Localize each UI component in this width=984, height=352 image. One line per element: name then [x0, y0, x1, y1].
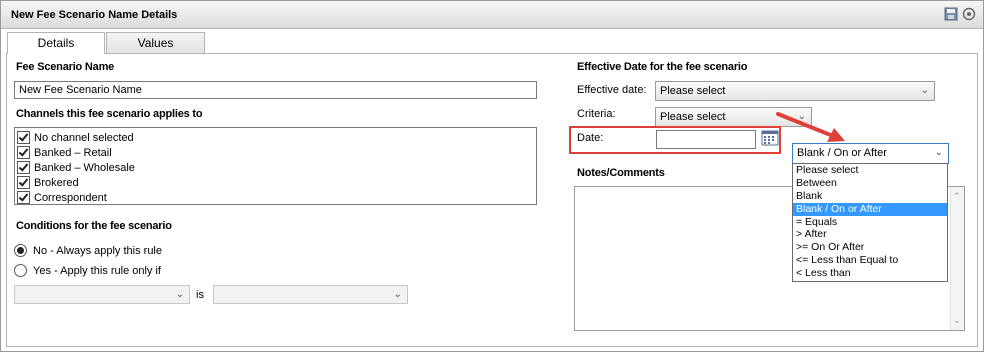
checkbox-checked-icon[interactable]: [17, 161, 30, 174]
window-title: New Fee Scenario Name Details: [11, 9, 178, 21]
refresh-icon[interactable]: [961, 7, 977, 23]
chevron-down-icon: ⌄: [934, 147, 943, 158]
channel-item[interactable]: Brokered: [15, 175, 536, 190]
conditions-heading: Conditions for the fee scenario: [16, 220, 172, 232]
channel-item[interactable]: Correspondent: [15, 190, 536, 205]
channel-item[interactable]: Banked – Retail: [15, 145, 536, 160]
dropdown-option-selected[interactable]: Blank / On or After: [793, 202, 947, 216]
chevron-down-icon: ⌄: [920, 85, 929, 96]
dropdown-option[interactable]: = Equals: [793, 216, 947, 229]
notes-heading: Notes/Comments: [577, 167, 665, 179]
dropdown-option[interactable]: >= On Or After: [793, 241, 947, 254]
checkbox-checked-icon[interactable]: [17, 131, 30, 144]
dropdown-option[interactable]: <= Less than Equal to: [793, 254, 947, 267]
tab-values[interactable]: Values: [106, 32, 205, 53]
fee-scenario-name-input[interactable]: New Fee Scenario Name: [14, 81, 537, 99]
dropdown-option[interactable]: > After: [793, 228, 947, 241]
fee-scenario-name-heading: Fee Scenario Name: [16, 61, 115, 73]
notes-scrollbar[interactable]: ⌃ ⌄: [950, 187, 964, 330]
dropdown-option[interactable]: Blank: [793, 190, 947, 203]
channels-heading: Channels this fee scenario applies to: [16, 108, 203, 120]
scroll-down-icon[interactable]: ⌄: [953, 315, 961, 326]
checkbox-checked-icon[interactable]: [17, 146, 30, 159]
date-operator-dropdown-list: Please select Between Blank Blank / On o…: [792, 163, 948, 282]
effective-date-label: Effective date:: [577, 84, 647, 96]
save-icon[interactable]: [943, 7, 959, 23]
criteria-label: Criteria:: [577, 108, 616, 120]
effective-date-select[interactable]: Please select ⌄: [655, 81, 935, 101]
condition-option-no[interactable]: No - Always apply this rule: [14, 244, 162, 257]
condition-field-select[interactable]: ⌄: [14, 285, 190, 304]
date-label: Date:: [577, 132, 604, 144]
channel-item[interactable]: Banked – Wholesale: [15, 160, 536, 175]
scroll-up-icon[interactable]: ⌃: [953, 191, 961, 202]
radio-unselected-icon[interactable]: [14, 264, 27, 277]
date-input[interactable]: [656, 130, 756, 149]
title-bar: New Fee Scenario Name Details: [1, 1, 983, 29]
checkbox-checked-icon[interactable]: [17, 191, 30, 204]
channels-list: No channel selected Banked – Retail Bank…: [14, 127, 537, 205]
callout-arrow-icon: [776, 112, 845, 142]
tab-details[interactable]: Details: [7, 32, 105, 54]
dropdown-option[interactable]: < Less than: [793, 267, 947, 280]
radio-selected-icon[interactable]: [14, 244, 27, 257]
is-label: is: [196, 289, 204, 301]
channel-item[interactable]: No channel selected: [15, 130, 536, 145]
effective-date-heading: Effective Date for the fee scenario: [577, 61, 748, 73]
condition-value-select[interactable]: ⌄: [213, 285, 408, 304]
checkbox-checked-icon[interactable]: [17, 176, 30, 189]
dropdown-option[interactable]: Please select: [793, 164, 947, 177]
chevron-down-icon: ⌄: [175, 289, 184, 300]
condition-option-yes[interactable]: Yes - Apply this rule only if: [14, 264, 161, 277]
chevron-down-icon: ⌄: [393, 289, 402, 300]
dropdown-option[interactable]: Between: [793, 177, 947, 190]
